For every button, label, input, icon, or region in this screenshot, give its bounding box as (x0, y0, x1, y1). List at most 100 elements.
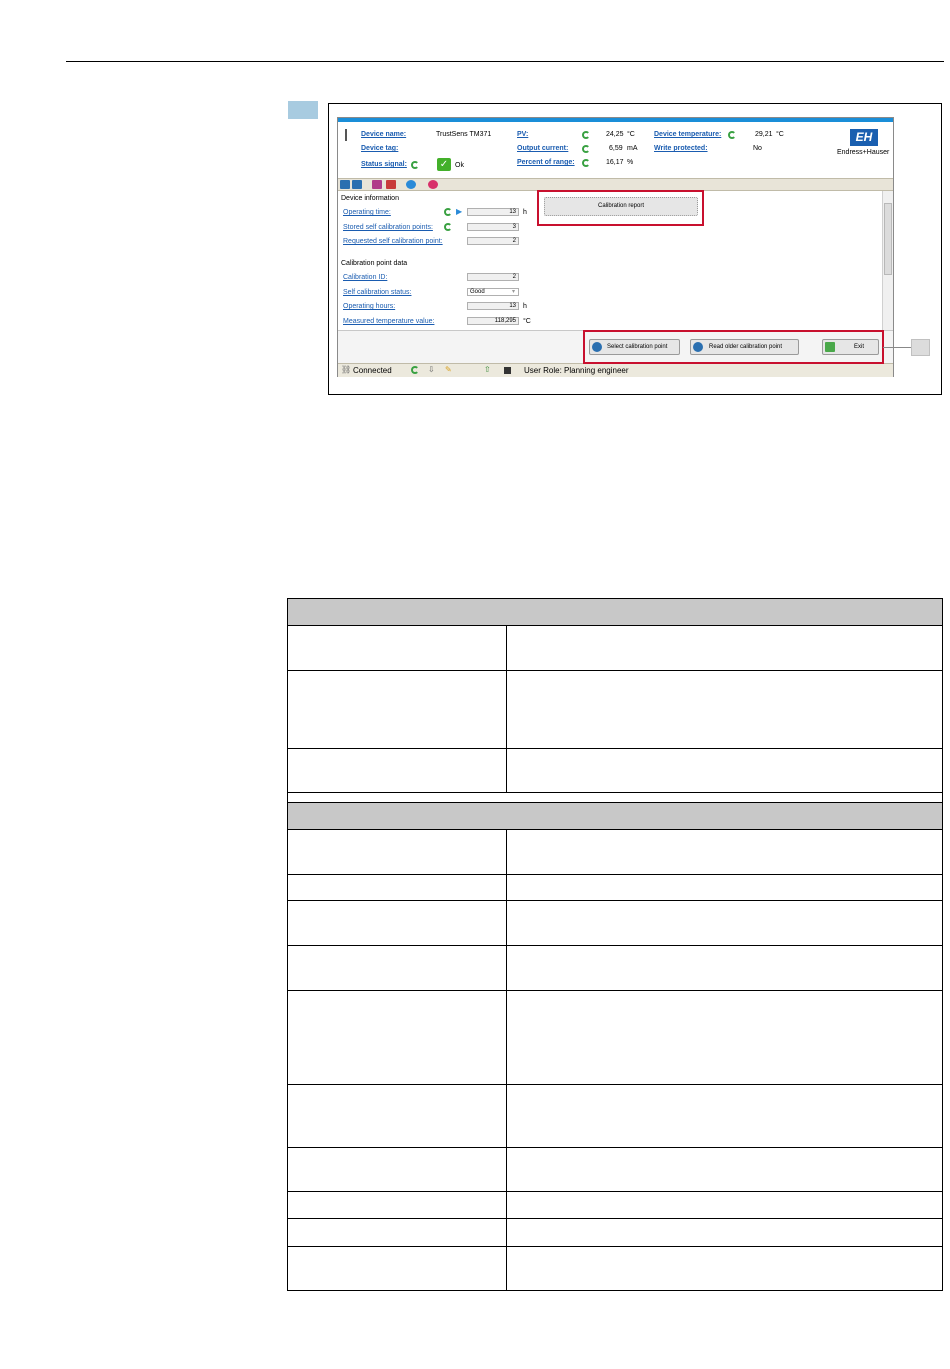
table-cell (287, 802, 943, 830)
device-info-heading: Device information (341, 195, 399, 202)
table-cell (287, 625, 507, 671)
table-cell (506, 874, 943, 901)
table-cell (506, 829, 943, 875)
page-top-rule (66, 61, 944, 62)
device-name-value: TrustSens TM371 (436, 131, 492, 138)
output-current-unit: mA (627, 145, 638, 152)
table-cell (287, 829, 507, 875)
pv-unit: °C (627, 131, 635, 138)
vertical-scrollbar[interactable] (882, 191, 893, 330)
output-current-label[interactable]: Output current: (517, 145, 568, 152)
operating-hours-field[interactable]: 13 (467, 302, 519, 310)
network-icon: ⛓ (341, 365, 352, 374)
operating-hours-unit: h (523, 303, 527, 310)
table-row (287, 1147, 943, 1192)
table-cell (287, 990, 507, 1085)
exclamation-icon (345, 129, 347, 141)
window-split-icon[interactable] (352, 180, 362, 189)
refresh-icon (582, 145, 590, 153)
table-cell (287, 1218, 507, 1247)
device-upload-icon[interactable]: ⇧ (484, 365, 491, 374)
self-calibration-status-label[interactable]: Self calibration status: (343, 289, 411, 296)
window-layout-icon[interactable] (340, 180, 350, 189)
table-cell (287, 670, 507, 749)
calibration-id-label[interactable]: Calibration ID: (343, 274, 387, 281)
pencil-icon[interactable]: ✎ (445, 365, 452, 374)
refresh-icon (582, 131, 590, 139)
table-row (287, 625, 943, 671)
table-cell (287, 748, 507, 793)
table-row (287, 945, 943, 991)
table-cell (506, 1147, 943, 1192)
operating-hours-label[interactable]: Operating hours: (343, 303, 395, 310)
eh-logo: EH (850, 129, 878, 146)
refresh-icon (728, 131, 736, 139)
info-icon[interactable] (406, 180, 416, 189)
calibration-report-highlight (537, 190, 704, 226)
measured-temperature-label[interactable]: Measured temperature value: (343, 318, 434, 325)
scrollbar-thumb[interactable] (884, 203, 892, 275)
percent-range-value: 16,17 (606, 159, 624, 166)
device-temperature-unit: °C (776, 131, 784, 138)
percent-range-label[interactable]: Percent of range: (517, 159, 575, 166)
refresh-icon (582, 159, 590, 167)
table-cell (506, 900, 943, 946)
table-cell (506, 1084, 943, 1148)
device-temperature-label[interactable]: Device temperature: (654, 131, 721, 138)
table-row (287, 1084, 943, 1148)
table-row (287, 748, 943, 793)
device-header: Device name: TrustSens TM371 Device tag:… (338, 122, 893, 178)
table-cell (506, 1218, 943, 1247)
table-row (287, 990, 943, 1085)
table-row (287, 829, 943, 875)
pv-value: 24,25 (606, 131, 624, 138)
chevron-down-icon[interactable]: ▾ (512, 288, 515, 295)
operating-time-field[interactable]: 13 (467, 208, 519, 216)
write-protected-label[interactable]: Write protected: (654, 145, 708, 152)
play-icon[interactable]: ▶ (456, 207, 462, 216)
stored-calibration-points-label[interactable]: Stored self calibration points: (343, 224, 433, 231)
table-row (287, 900, 943, 946)
table-row (287, 670, 943, 749)
refresh-icon (444, 208, 452, 216)
table-cell (287, 792, 943, 803)
ok-check-icon: ✓ (437, 158, 451, 171)
measured-temperature-field[interactable]: 118,295 (467, 317, 519, 325)
callout-line (883, 347, 911, 348)
table-spacer-row (287, 792, 943, 803)
tools-icon[interactable] (372, 180, 382, 189)
table-row (287, 1218, 943, 1247)
write-protected-value: No (753, 145, 762, 152)
table-cell (287, 598, 943, 626)
table-cell (287, 1246, 507, 1291)
requested-calibration-point-label[interactable]: Requested self calibration point: (343, 238, 443, 245)
table-row (287, 1246, 943, 1291)
device-tag-label[interactable]: Device tag: (361, 145, 398, 152)
calibration-data-heading: Calibration point data (341, 260, 408, 267)
pv-label[interactable]: PV: (517, 131, 528, 138)
device-temperature-value: 29,21 (755, 131, 773, 138)
connect-icon[interactable] (386, 180, 396, 189)
status-signal-label[interactable]: Status signal: (361, 161, 407, 168)
table-cell (287, 1191, 507, 1219)
stored-calibration-points-field[interactable]: 3 (467, 223, 519, 231)
brand-name: Endress+Hauser (837, 149, 890, 156)
table-cell (506, 1191, 943, 1219)
calibration-id-field[interactable]: 2 (467, 273, 519, 281)
status-signal-value: Ok (455, 162, 464, 169)
operating-time-unit: h (523, 209, 527, 216)
refresh-icon (444, 223, 452, 231)
device-name-label[interactable]: Device name: (361, 131, 406, 138)
status-bar: ⛓ Connected ⇩ ✎ ⇧ User Role: Planning en… (338, 363, 893, 377)
parameter-table (287, 598, 943, 1291)
stop-icon[interactable] (504, 367, 511, 374)
connection-status: Connected (353, 366, 392, 375)
table-cell (506, 625, 943, 671)
operating-time-label[interactable]: Operating time: (343, 209, 391, 216)
help-icon[interactable] (428, 180, 438, 189)
output-current-value: 6,59 (609, 145, 623, 152)
refresh-icon[interactable] (411, 366, 419, 374)
device-download-icon[interactable]: ⇩ (428, 365, 435, 374)
refresh-icon (411, 161, 419, 169)
requested-calibration-point-field[interactable]: 2 (467, 237, 519, 245)
